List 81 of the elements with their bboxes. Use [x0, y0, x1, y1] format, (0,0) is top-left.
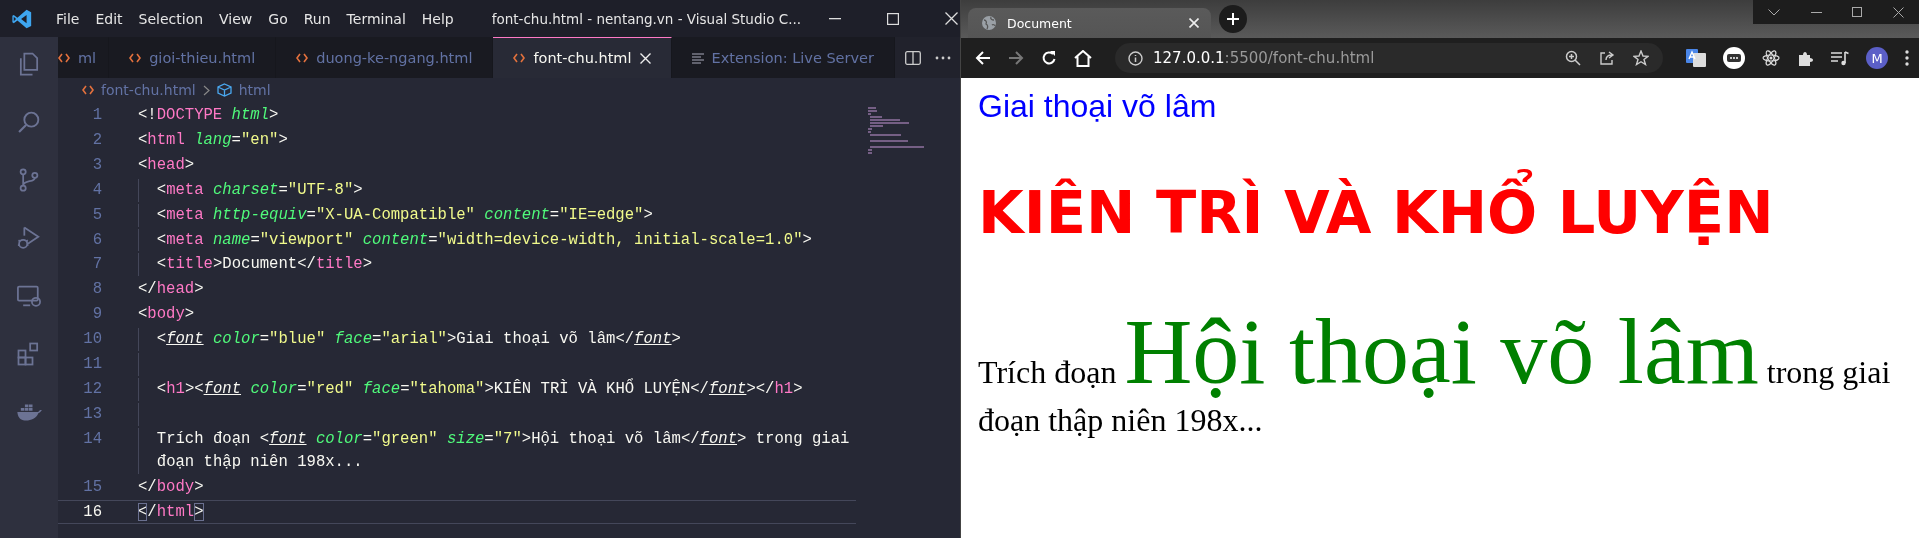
- menu-item[interactable]: View: [211, 10, 261, 27]
- editor-tab[interactable]: Extension: Live Server: [671, 37, 895, 78]
- cube-icon: [216, 83, 232, 97]
- code-brackets-icon: [58, 53, 70, 63]
- document-lines-icon: [691, 52, 704, 64]
- code-brackets-icon: [296, 53, 309, 63]
- menu-item[interactable]: Selection: [130, 10, 212, 27]
- line-number: 4: [91, 179, 102, 201]
- chevron-right-icon: [202, 84, 210, 96]
- editor-tab[interactable]: font-chu.html: [493, 37, 672, 78]
- home-icon[interactable]: [1074, 49, 1092, 67]
- globe-icon: [981, 15, 997, 31]
- line-number: 9: [91, 304, 102, 326]
- star-icon[interactable]: [1633, 50, 1649, 66]
- info-icon: [1128, 50, 1143, 66]
- vscode-logo-icon: [11, 7, 33, 30]
- reload-icon[interactable]: [1041, 50, 1057, 66]
- editor-tab[interactable]: ml: [58, 37, 110, 78]
- code-line: </head>: [138, 279, 204, 301]
- menu-icon[interactable]: [1905, 50, 1909, 66]
- page-text: Giai thoại võ lâm: [978, 88, 1217, 125]
- line-number: 12: [82, 378, 102, 400]
- line-number: 15: [82, 476, 102, 498]
- menu-item[interactable]: Go: [260, 10, 296, 27]
- code-line: <body>: [138, 304, 195, 326]
- line-number: 14: [82, 428, 102, 450]
- menu-item[interactable]: Edit: [87, 10, 131, 27]
- line-number: 13: [82, 403, 102, 425]
- close-icon[interactable]: [1892, 6, 1904, 18]
- plus-icon: [1226, 12, 1240, 26]
- window-title: font-chu.html - nentang.vn - Visual Studio C...: [491, 10, 802, 27]
- split-editor-icon[interactable]: [904, 50, 921, 65]
- line-number: 2: [91, 129, 102, 151]
- minimize-icon[interactable]: [829, 17, 841, 20]
- code-line: <font color="blue" face="arial">Giai thoại võ lâm</font>: [156, 329, 681, 351]
- line-number: 5: [91, 204, 102, 226]
- minimize-icon[interactable]: [1810, 11, 1822, 13]
- dots-circle-icon[interactable]: [1723, 47, 1745, 69]
- translate-icon[interactable]: [1686, 49, 1706, 67]
- editor-tab[interactable]: gioi-thieu.html: [109, 37, 277, 78]
- menu-item[interactable]: Help: [413, 10, 462, 27]
- chevron-down-icon[interactable]: [1768, 8, 1781, 16]
- more-icon[interactable]: [934, 55, 951, 60]
- menu-item[interactable]: Terminal: [338, 10, 414, 27]
- code-line: <html lang="en">: [138, 129, 288, 151]
- media-list-icon[interactable]: [1831, 50, 1849, 66]
- code-line: <h1><font color="red" face="tahoma">KIÊN TRÌ VÀ KHỔ LUYỆN</font></h1>: [156, 377, 803, 400]
- code-brackets-icon: [513, 53, 526, 63]
- menu-item[interactable]: File: [48, 10, 88, 27]
- share-icon[interactable]: [1599, 50, 1615, 66]
- code-line: <!DOCTYPE html>: [138, 105, 279, 126]
- puzzle-icon[interactable]: [1797, 49, 1814, 67]
- atom-icon[interactable]: [1762, 49, 1780, 67]
- profile-avatar[interactable]: M: [1866, 47, 1888, 69]
- paragraph: Trích đoạn Hội thoại võ lâm trong giai đoạn thập niên 198x...: [978, 303, 1892, 440]
- code-line: <meta charset="UTF-8">: [156, 179, 363, 201]
- line-number: 1: [91, 105, 102, 126]
- code-brackets-icon: [129, 53, 142, 63]
- code-line: <meta name="viewport" content="width=device-width, initial-scale=1.0">: [156, 229, 812, 251]
- line-number: 8: [91, 279, 102, 301]
- line-number: 6: [91, 229, 102, 251]
- code-line: <meta http-equiv="X-UA-Compatible" content="IE=edge">: [156, 204, 653, 226]
- new-tab-button[interactable]: [1219, 5, 1247, 33]
- browser-tab[interactable]: Document: [968, 8, 1211, 38]
- zoom-icon[interactable]: [1565, 50, 1581, 66]
- code-line: Trích đoạn <font color="green" size="7">Hội thoại võ lâm</font> trong giai đoạn thập niên 198x...: [156, 428, 851, 473]
- menu-item[interactable]: Run: [295, 10, 339, 27]
- code-brackets-icon: [82, 85, 94, 95]
- line-number: 3: [91, 154, 102, 176]
- code-line: </html>: [138, 501, 204, 523]
- code-line: <title>Document</title>: [156, 254, 373, 276]
- back-arrow-icon[interactable]: [975, 50, 991, 66]
- code-line: <head>: [138, 154, 195, 176]
- page-heading: KIÊN TRÌ VÀ KHỔ LUYỆN: [978, 169, 1774, 258]
- address-bar[interactable]: 127.0.0.1:5500/font-chu.html: [1115, 43, 1663, 73]
- line-number: 7: [91, 254, 102, 276]
- line-number: 11: [82, 354, 102, 376]
- code-line: </body>: [138, 476, 204, 498]
- maximize-icon[interactable]: [1852, 7, 1863, 17]
- line-number: 16: [82, 501, 102, 523]
- line-number: 10: [82, 329, 102, 351]
